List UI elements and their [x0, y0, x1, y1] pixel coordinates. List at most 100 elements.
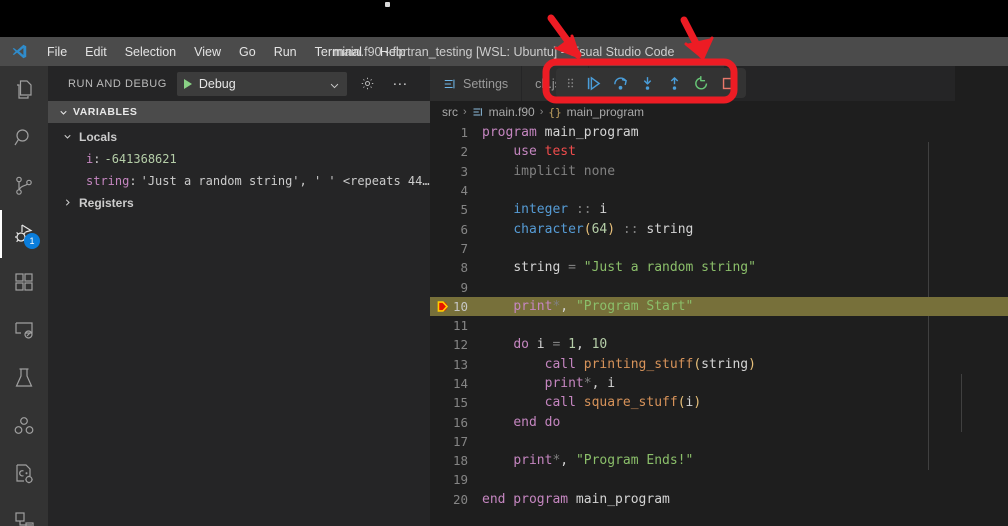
menu-go[interactable]: Go	[230, 41, 265, 63]
activity-item-accounts[interactable]	[0, 402, 48, 450]
line-number: 1	[460, 125, 468, 141]
sidebar-more-actions-button[interactable]: ···	[389, 76, 411, 91]
restart-button[interactable]	[688, 70, 715, 96]
testing-beaker-icon	[12, 366, 36, 390]
code-token: ,	[575, 337, 592, 353]
breadcrumb-item-main-f90[interactable]: main.f90	[489, 105, 535, 119]
line-number: 19	[452, 472, 468, 488]
code-token: i	[599, 202, 608, 218]
line-number: 12	[452, 337, 468, 353]
breadcrumb-item-main-program[interactable]: main_program	[567, 105, 644, 119]
activity-item-cpp-configuration[interactable]	[0, 450, 48, 498]
code-line[interactable]: 5 integer :: i	[430, 200, 1008, 219]
code-token: implicit	[513, 163, 584, 179]
code-line-text: print*, i	[482, 376, 1008, 391]
activity-item-manage[interactable]	[0, 498, 48, 526]
code-line[interactable]: 8 string = "Just a random string"	[430, 258, 1008, 277]
chevron-right-icon[interactable]	[62, 197, 75, 210]
variable-name: string	[86, 174, 130, 188]
breadcrumb-item-src[interactable]: src	[442, 105, 458, 119]
variables-section-header[interactable]: VARIABLES	[48, 101, 430, 123]
code-line[interactable]: 9	[430, 277, 1008, 296]
code-token: *	[583, 376, 592, 391]
activity-item-source-control[interactable]	[0, 162, 48, 210]
code-line[interactable]: 14 print*, i	[430, 374, 1008, 393]
code-line[interactable]: 19	[430, 470, 1008, 489]
code-line[interactable]: 17	[430, 432, 1008, 451]
activity-item-extensions[interactable]	[0, 258, 48, 306]
variable-row-string[interactable]: string: 'Just a random string', ' ' <repe…	[48, 170, 430, 192]
code-line[interactable]: 1 program main_program	[430, 123, 1008, 142]
code-token: )	[693, 395, 702, 411]
code-token: use	[513, 144, 545, 160]
tab-settings[interactable]: Settings	[430, 66, 523, 101]
variables-scope-registers[interactable]: Registers	[48, 192, 430, 214]
activity-item-search[interactable]	[0, 114, 48, 162]
run-and-debug-sidebar: RUN AND DEBUG Debug ··· VARIABLES Locals…	[48, 66, 430, 526]
code-line[interactable]: 10 print*, "Program Start"	[430, 296, 1008, 316]
step-out-button[interactable]	[661, 70, 688, 96]
variable-row-i[interactable]: i: -641368621	[48, 148, 430, 170]
vscode-logo-icon	[0, 43, 38, 60]
tab-label: Settings	[463, 76, 509, 91]
chevron-down-icon[interactable]	[329, 78, 340, 89]
line-number: 3	[460, 163, 468, 179]
step-over-icon	[614, 76, 627, 90]
variables-scope-locals[interactable]: Locals	[48, 126, 430, 148]
extensions-icon	[12, 270, 36, 294]
menu-edit[interactable]: Edit	[76, 41, 116, 63]
code-token: )	[748, 356, 756, 372]
code-line[interactable]: 3 implicit none	[430, 162, 1008, 181]
menu-run[interactable]: Run	[265, 41, 306, 63]
menu-view[interactable]: View	[185, 41, 230, 63]
chevron-down-icon[interactable]	[56, 107, 70, 118]
code-line[interactable]: 2 use test	[430, 142, 1008, 161]
cpp-config-icon	[12, 462, 36, 486]
activity-item-remote-explorer[interactable]	[0, 306, 48, 354]
play-icon[interactable]	[183, 78, 192, 89]
code-token: ::	[615, 221, 647, 237]
menu-file[interactable]: File	[38, 41, 76, 63]
activity-item-testing[interactable]	[0, 354, 48, 402]
code-line[interactable]: 20 end program main_program	[430, 490, 1008, 509]
search-icon	[12, 126, 36, 150]
chevron-down-icon[interactable]	[62, 131, 75, 144]
code-token: main_program	[575, 491, 670, 507]
code-editor[interactable]: 1 program main_program 2 use test 3 implici…	[430, 123, 1008, 509]
code-line-text: call printing_stuff(string)	[482, 357, 1008, 372]
manage-icon	[12, 510, 36, 526]
drag-grip-icon[interactable]	[560, 76, 580, 90]
activity-item-explorer[interactable]	[0, 66, 48, 114]
gear-icon[interactable]	[357, 76, 379, 91]
code-token: ::	[575, 202, 600, 218]
line-number: 15	[452, 395, 468, 411]
debug-configuration-dropdown[interactable]: Debug	[176, 71, 347, 96]
code-line[interactable]: 16 end do	[430, 412, 1008, 431]
code-line[interactable]: 7	[430, 239, 1008, 258]
code-token: do	[513, 337, 537, 353]
code-line[interactable]: 15 call square_stuff(i)	[430, 393, 1008, 412]
code-token: (	[677, 395, 686, 411]
code-line-text: print*, "Program Start"	[482, 299, 1008, 314]
code-line[interactable]: 12 do i = 1, 10	[430, 335, 1008, 354]
code-token: ,	[560, 298, 576, 314]
activity-item-run-and-debug[interactable]: 1	[0, 210, 48, 258]
stop-button[interactable]	[715, 70, 742, 96]
code-line[interactable]: 11	[430, 316, 1008, 335]
chevron-right-icon: ›	[463, 106, 467, 118]
line-number: 13	[452, 356, 468, 372]
code-token: print	[544, 376, 584, 391]
step-over-button[interactable]	[607, 70, 634, 96]
menu-selection[interactable]: Selection	[116, 41, 185, 63]
menu-terminal[interactable]: Terminal	[306, 41, 371, 63]
code-line[interactable]: 18 print*, "Program Ends!"	[430, 451, 1008, 470]
breakpoint-current-execution-icon[interactable]	[436, 300, 449, 313]
step-into-button[interactable]	[634, 70, 661, 96]
menu-help[interactable]: Help	[371, 41, 415, 63]
code-line[interactable]: 13 call printing_stuff(string)	[430, 355, 1008, 374]
code-line[interactable]: 6 character(64) :: string	[430, 219, 1008, 238]
code-line[interactable]: 4	[430, 181, 1008, 200]
continue-button[interactable]	[580, 70, 607, 96]
debug-configuration-label: Debug	[198, 76, 236, 91]
